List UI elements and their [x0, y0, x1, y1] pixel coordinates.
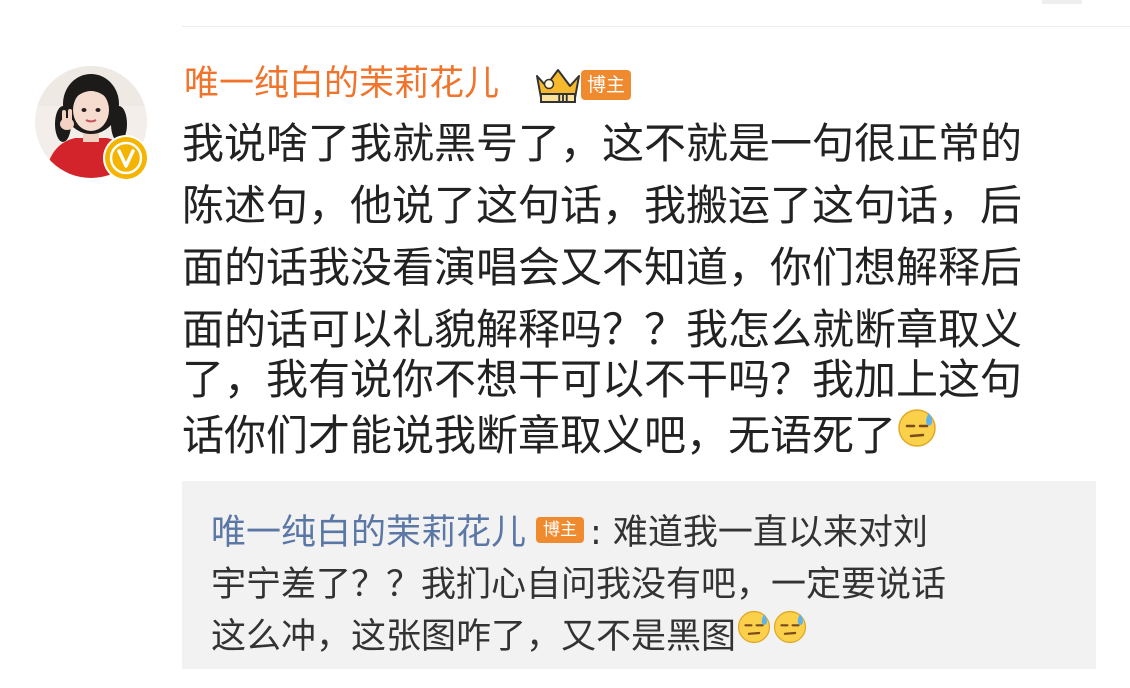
quote-blogger-badge: 博主	[536, 517, 585, 543]
username[interactable]: 唯一纯白的茉莉花儿	[184, 62, 499, 106]
sweat-emoji-icon	[736, 609, 772, 659]
post-text-line: 面的话我没看演唱会又不知道，你们想解释后	[182, 243, 1023, 292]
post-text-line: 陈述句，他说了这句话，我搬运了这句话，后	[182, 181, 1023, 230]
post-text-segment: 话你们才能说我断章取义吧，无语死了	[182, 411, 897, 460]
crown-icon: III	[534, 64, 582, 104]
blogger-badge: 博主	[581, 70, 631, 100]
quote-text-segment: : 难道我一直以来对刘	[590, 513, 928, 553]
sweat-emoji-icon	[896, 407, 938, 463]
verified-badge-icon	[103, 135, 149, 181]
quote-username[interactable]: 唯一纯白的茉莉花儿	[211, 513, 526, 553]
post-text-line: 了，我有说你不想干可以不干吗？我加上这句	[182, 355, 1023, 404]
sweat-emoji-icon	[772, 609, 808, 659]
top-divider	[182, 26, 1130, 27]
quote-text-line-last: 这么冲，这张图咋了，又不是黑图	[211, 609, 808, 662]
quote-line-first: 唯一纯白的茉莉花儿 博主: 难道我一直以来对刘	[211, 508, 928, 558]
crown-level: III	[557, 93, 568, 104]
post-text-line: 面的话可以礼貌解释吗？？我怎么就断章取义	[182, 305, 1023, 354]
weibo-comment-view: 唯一纯白的茉莉花儿 III 博主 我说啥了我就黑号了，这不就是一句很正常的 陈述…	[0, 0, 1130, 688]
post-text-line: 我说啥了我就黑号了，这不就是一句很正常的	[182, 119, 1023, 168]
quote-text-line: 宇宁差了？？我扪心自问我没有吧，一定要说话	[211, 565, 947, 605]
post-text-line-last: 话你们才能说我断章取义吧，无语死了	[182, 408, 938, 464]
top-edge-mark	[1042, 0, 1082, 4]
quote-text-segment: 这么冲，这张图咋了，又不是黑图	[211, 617, 737, 657]
